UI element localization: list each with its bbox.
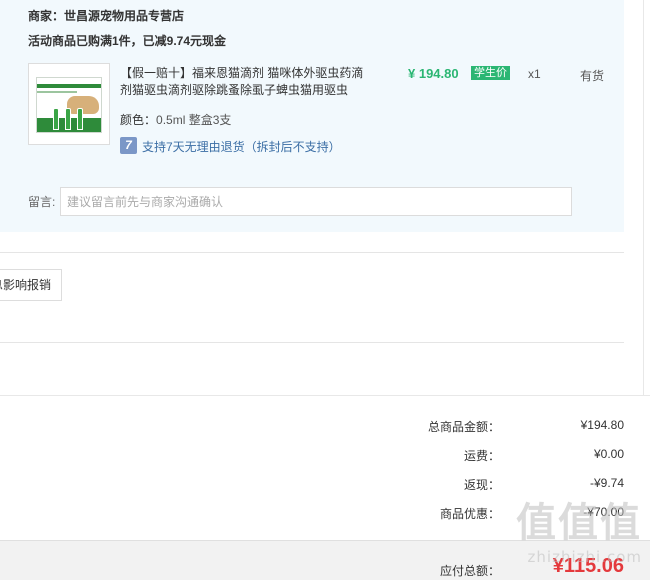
- product-title[interactable]: 【假一赔十】福来恩猫滴剂 猫咪体外驱虫药滴剂猫驱虫滴剂驱除跳蚤除虱子蜱虫猫用驱虫: [120, 65, 370, 99]
- product-thumbnail[interactable]: [28, 63, 110, 145]
- product-price: ¥ 194.80: [408, 66, 459, 81]
- promo-text: 活动商品已购满1件，已减9.74元现金: [28, 34, 227, 48]
- checkout-page: 商家：世昌源宠物用品专营店 活动商品已购满1件，已减9.74元现金 【假一赔十】…: [0, 0, 650, 580]
- message-label: 留言:: [28, 195, 56, 209]
- summary-value: -¥9.74: [589, 476, 624, 490]
- stock-status: 有货: [580, 69, 605, 83]
- summary-label: 运费：: [463, 449, 500, 463]
- summary-label: 总商品金额：: [427, 420, 500, 434]
- return-policy-text: 支持7天无理由退货（拆封后不支持）: [142, 140, 341, 154]
- seller-name: 商家：世昌源宠物用品专营店: [28, 9, 185, 23]
- summary-label: 商品优惠：: [439, 507, 500, 521]
- watermark-logo: 值值值: [516, 500, 642, 546]
- payable-total-label: 应付总额：: [439, 564, 500, 578]
- order-card: 商家：世昌源宠物用品专营店 活动商品已购满1件，已减9.74元现金 【假一赔十】…: [0, 0, 624, 232]
- student-price-badge: 学生价: [471, 66, 510, 80]
- product-box-image: [36, 77, 102, 133]
- panel-border: [643, 0, 644, 395]
- attribute-value: 0.5ml 整盒3支: [156, 113, 232, 127]
- attribute-label: 颜色：: [120, 113, 157, 127]
- section-divider: [0, 342, 624, 343]
- product-attribute: 颜色：0.5ml 整盒3支: [120, 111, 231, 128]
- summary-row-goods-total: 总商品金额： ¥194.80: [0, 418, 650, 436]
- summary-row-shipping: 运费： ¥0.00: [0, 447, 650, 465]
- product-quantity: x1: [528, 67, 541, 81]
- watermark-site: zhizhizhi.com: [527, 548, 642, 566]
- section-divider: [0, 252, 624, 253]
- summary-value: ¥0.00: [593, 447, 624, 461]
- return-policy-icon: 7: [120, 137, 137, 154]
- summary-value: ¥194.80: [580, 418, 624, 432]
- summary-label: 返现：: [463, 478, 500, 492]
- invoice-button[interactable]: 息影响报销: [0, 269, 62, 301]
- message-input[interactable]: [60, 187, 572, 216]
